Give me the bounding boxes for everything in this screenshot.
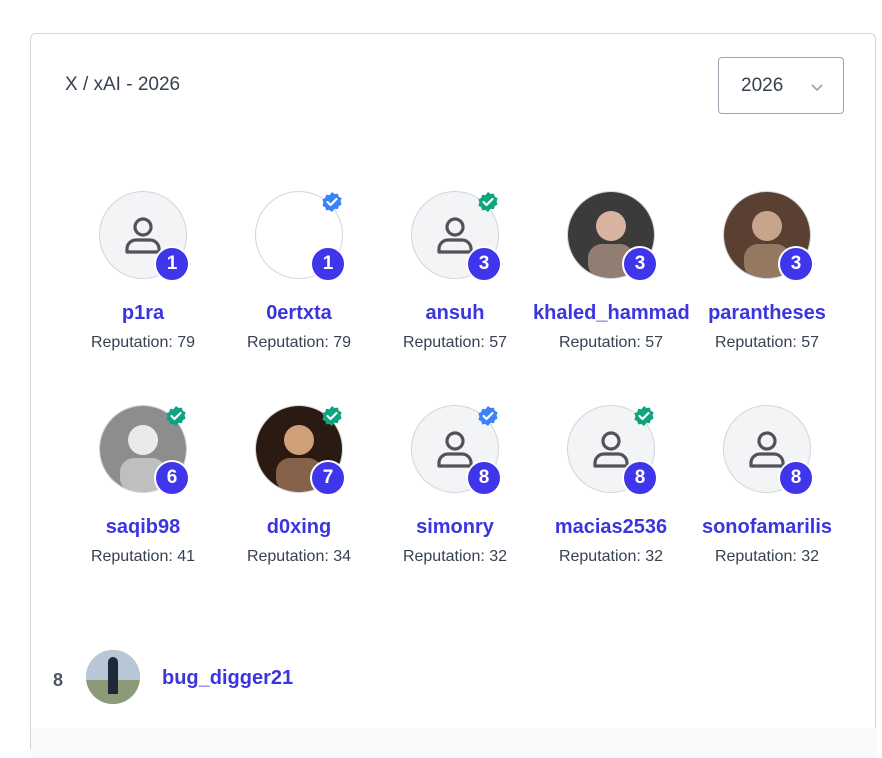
year-select[interactable]: 2026 (718, 57, 844, 114)
username-link[interactable]: simonry (377, 516, 533, 539)
avatar-wrapper: 8 (567, 405, 658, 496)
list-rank: 8 (53, 670, 64, 690)
leaderboard-card: X / xAI - 2026 2026 1 p1ra Reputation: 79 1… (30, 33, 877, 758)
avatar-wrapper: 6 (99, 405, 190, 496)
rank-badge: 1 (310, 246, 346, 282)
username-link[interactable]: saqib98 (65, 516, 221, 539)
username-link[interactable]: p1ra (65, 302, 221, 325)
rank-badge: 8 (466, 460, 502, 496)
rank-badge: 8 (622, 460, 658, 496)
reputation-label: Reputation: 41 (90, 548, 196, 565)
username-link[interactable]: ansuh (377, 302, 533, 325)
user-card[interactable]: 3 ansuh Reputation: 57 (377, 191, 533, 352)
verified-badge-icon (634, 406, 654, 426)
verified-badge-icon (478, 192, 498, 212)
rank-badge: 8 (778, 460, 814, 496)
avatar-wrapper: 7 (255, 405, 346, 496)
user-card[interactable]: 3 parantheses Reputation: 57 (689, 191, 845, 352)
reputation-label: Reputation: 57 (558, 334, 664, 351)
avatar-wrapper: 8 (723, 405, 814, 496)
username-link[interactable]: 0ertxta (221, 302, 377, 325)
avatar-wrapper: 8 (411, 405, 502, 496)
user-card[interactable]: 8 simonry Reputation: 32 (377, 405, 533, 566)
rank-badge: 3 (622, 246, 658, 282)
reputation-label: Reputation: 57 (402, 334, 508, 351)
list-username[interactable]: bug_digger21 (162, 667, 293, 690)
reputation-label: Reputation: 32 (714, 548, 820, 565)
avatar-wrapper: 1 (99, 191, 190, 282)
reputation-label: Reputation: 79 (90, 334, 196, 351)
user-card[interactable]: 8 macias2536 Reputation: 32 (533, 405, 689, 566)
user-avatar[interactable] (86, 650, 140, 704)
verified-badge-icon (478, 406, 498, 426)
verified-badge-icon (322, 406, 342, 426)
reputation-label: Reputation: 32 (402, 548, 508, 565)
avatar-wrapper: 3 (411, 191, 502, 282)
reputation-label: Reputation: 32 (558, 548, 664, 565)
reputation-label: Reputation: 79 (246, 334, 352, 351)
page-title: X / xAI - 2026 (65, 74, 181, 95)
username-link[interactable]: macias2536 (533, 516, 689, 539)
reputation-label: Reputation: 57 (714, 334, 820, 351)
user-card[interactable]: 1 0ertxta Reputation: 79 (221, 191, 377, 352)
rank-badge: 1 (154, 246, 190, 282)
username-link[interactable]: khaled_hammad (533, 302, 690, 325)
rank-badge: 7 (310, 460, 346, 496)
reputation-label: Reputation: 34 (246, 548, 352, 565)
rank-badge: 3 (466, 246, 502, 282)
username-link[interactable]: sonofamarilis (689, 516, 845, 539)
user-card[interactable]: 1 p1ra Reputation: 79 (65, 191, 221, 352)
verified-badge-icon (322, 192, 342, 212)
avatar-wrapper: 3 (567, 191, 658, 282)
list-item[interactable]: 8 bug_digger21 (31, 650, 877, 710)
rank-badge: 6 (154, 460, 190, 496)
user-card[interactable]: 7 d0xing Reputation: 34 (221, 405, 377, 566)
user-card[interactable]: 8 sonofamarilis Reputation: 32 (689, 405, 845, 566)
avatar-wrapper: 1 (255, 191, 346, 282)
rank-badge: 3 (778, 246, 814, 282)
verified-badge-icon (166, 406, 186, 426)
username-link[interactable]: parantheses (689, 302, 845, 325)
avatar-wrapper: 3 (723, 191, 814, 282)
footer-strip (31, 728, 877, 758)
username-link[interactable]: d0xing (221, 516, 377, 539)
user-card[interactable]: 6 saqib98 Reputation: 41 (65, 405, 221, 566)
year-select-value: 2026 (741, 74, 784, 96)
chevron-down-icon (811, 84, 823, 92)
user-card[interactable]: 3 khaled_hammad Reputation: 57 (533, 191, 690, 352)
